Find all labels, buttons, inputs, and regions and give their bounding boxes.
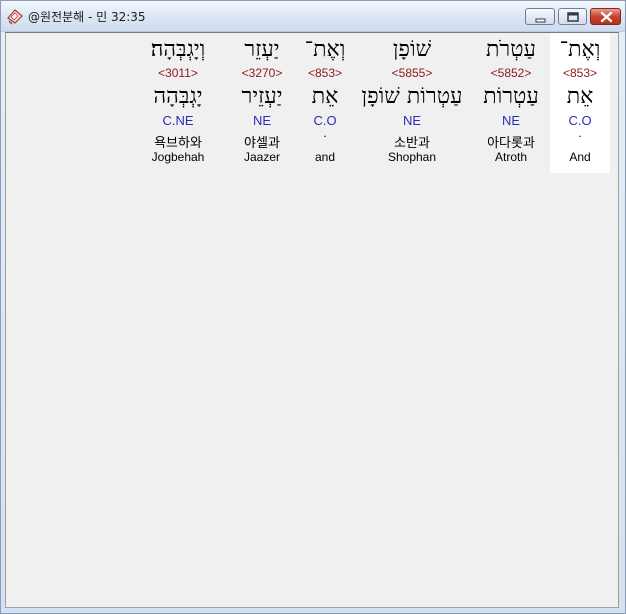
korean-gloss: 소반과 [394,136,430,151]
hebrew-lemma: יָגְבְּהָה [153,84,203,109]
word-column[interactable]: שׁוֹפָן <5855> עַטְרוֹת שׁוֹפָן NE 소반과 S… [354,33,470,173]
word-column[interactable]: וְאֶת־ <853> אֵת C.O . and [296,33,354,173]
strong-number[interactable]: <3011> [138,66,218,80]
minimize-icon [535,18,546,23]
analysis-panel[interactable]: וְאֶת־ <853> אֵת C.O . And עַטְרֹת <5852… [5,32,619,608]
close-icon [600,11,613,23]
part-of-speech: C.NE [162,113,194,128]
korean-gloss: 아다롯과 [487,136,535,151]
app-window: @원전분해 - 민 32:35 וְאֶת־ <853> אֵת C.O . A… [0,0,626,614]
hebrew-word: וְאֶת־ [559,37,601,62]
hebrew-lemma: יַעְזֵיר [241,84,283,109]
window-title: @원전분해 - 민 32:35 [28,10,146,24]
strong-number[interactable]: <5855> [354,66,470,80]
english-gloss: Shophan [387,150,437,164]
part-of-speech: NE [402,113,422,128]
word-column[interactable]: עַטְרֹת <5852> עַטְרוֹת NE 아다롯과 Atroth [472,33,550,173]
part-of-speech: NE [501,113,521,128]
close-button[interactable] [590,8,621,25]
word-column[interactable]: וְיָגְבְּהָה׃ <3011> יָגְבְּהָה C.NE 욕브하… [138,33,218,173]
hebrew-lemma: עַטְרוֹת שׁוֹפָן [361,84,463,109]
title-bar[interactable]: @원전분해 - 민 32:35 [1,1,625,32]
separator-dot: . [323,126,327,140]
hebrew-word: עַטְרֹת [486,37,536,62]
hebrew-word: וְיָגְבְּהָה׃ [150,37,206,62]
word-column[interactable]: וְאֶת־ <853> אֵת C.O . And [550,33,610,173]
hebrew-lemma: עַטְרוֹת [483,84,539,109]
hebrew-word: יַעְזֵר [244,37,280,62]
maximize-button[interactable] [558,8,587,25]
strong-number[interactable]: <853> [296,66,354,80]
bible-book-icon[interactable] [6,7,24,25]
english-gloss: Atroth [494,150,527,164]
english-gloss: Jogbehah [151,150,205,164]
english-gloss: Jaazer [243,150,281,164]
hebrew-word: שׁוֹפָן [392,37,432,62]
minimize-button[interactable] [525,8,555,25]
hebrew-lemma: אֵת [566,84,594,109]
strong-number[interactable]: <3270> [228,66,296,80]
hebrew-word: וְאֶת־ [304,37,346,62]
korean-gloss: 욕브하와 [154,136,202,151]
part-of-speech: NE [252,113,272,128]
separator-dot: . [578,126,582,140]
hebrew-lemma: אֵת [311,84,339,109]
strong-number[interactable]: <5852> [472,66,550,80]
english-gloss: And [569,150,591,164]
maximize-icon [567,12,579,22]
korean-gloss: 야셀과 [244,136,280,151]
strong-number[interactable]: <853> [550,66,610,80]
word-column[interactable]: יַעְזֵר <3270> יַעְזֵיר NE 야셀과 Jaazer [228,33,296,173]
english-gloss: and [314,150,336,164]
